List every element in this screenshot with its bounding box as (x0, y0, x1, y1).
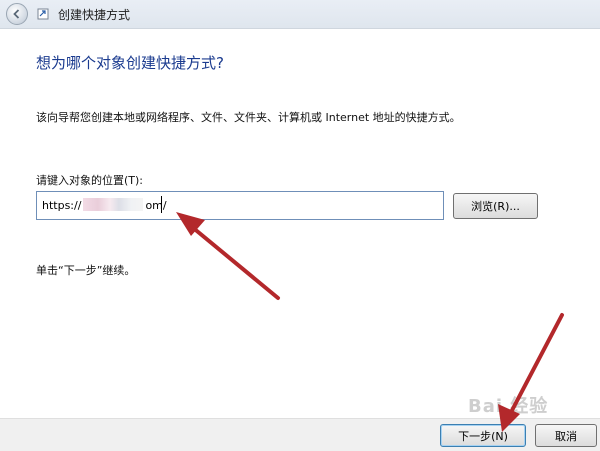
watermark: Bai 经验 (468, 396, 549, 417)
page-heading: 想为哪个对象创建快捷方式? (36, 54, 224, 72)
browse-button[interactable]: 浏览(R)... (453, 193, 538, 219)
window-title: 创建快捷方式 (58, 8, 131, 22)
back-arrow-icon (13, 9, 20, 19)
text-caret (161, 196, 162, 213)
wizard-description: 该向导帮您创建本地或网络程序、文件、文件夹、计算机或 Internet 地址的快… (36, 111, 461, 124)
location-value-suffix: om/ (145, 199, 167, 212)
arrow-to-input (176, 212, 280, 300)
location-value-prefix: https:// (42, 199, 82, 212)
shortcut-icon (37, 8, 49, 20)
cancel-button[interactable]: 取消 (535, 424, 597, 447)
back-button[interactable] (6, 3, 28, 25)
title-bar: 创建快捷方式 (0, 0, 600, 29)
next-hint: 单击“下一步”继续。 (36, 264, 136, 277)
location-label: 请键入对象的位置(T): (36, 174, 144, 187)
next-button[interactable]: 下一步(N) (440, 424, 526, 447)
redacted-url-part (83, 198, 143, 211)
